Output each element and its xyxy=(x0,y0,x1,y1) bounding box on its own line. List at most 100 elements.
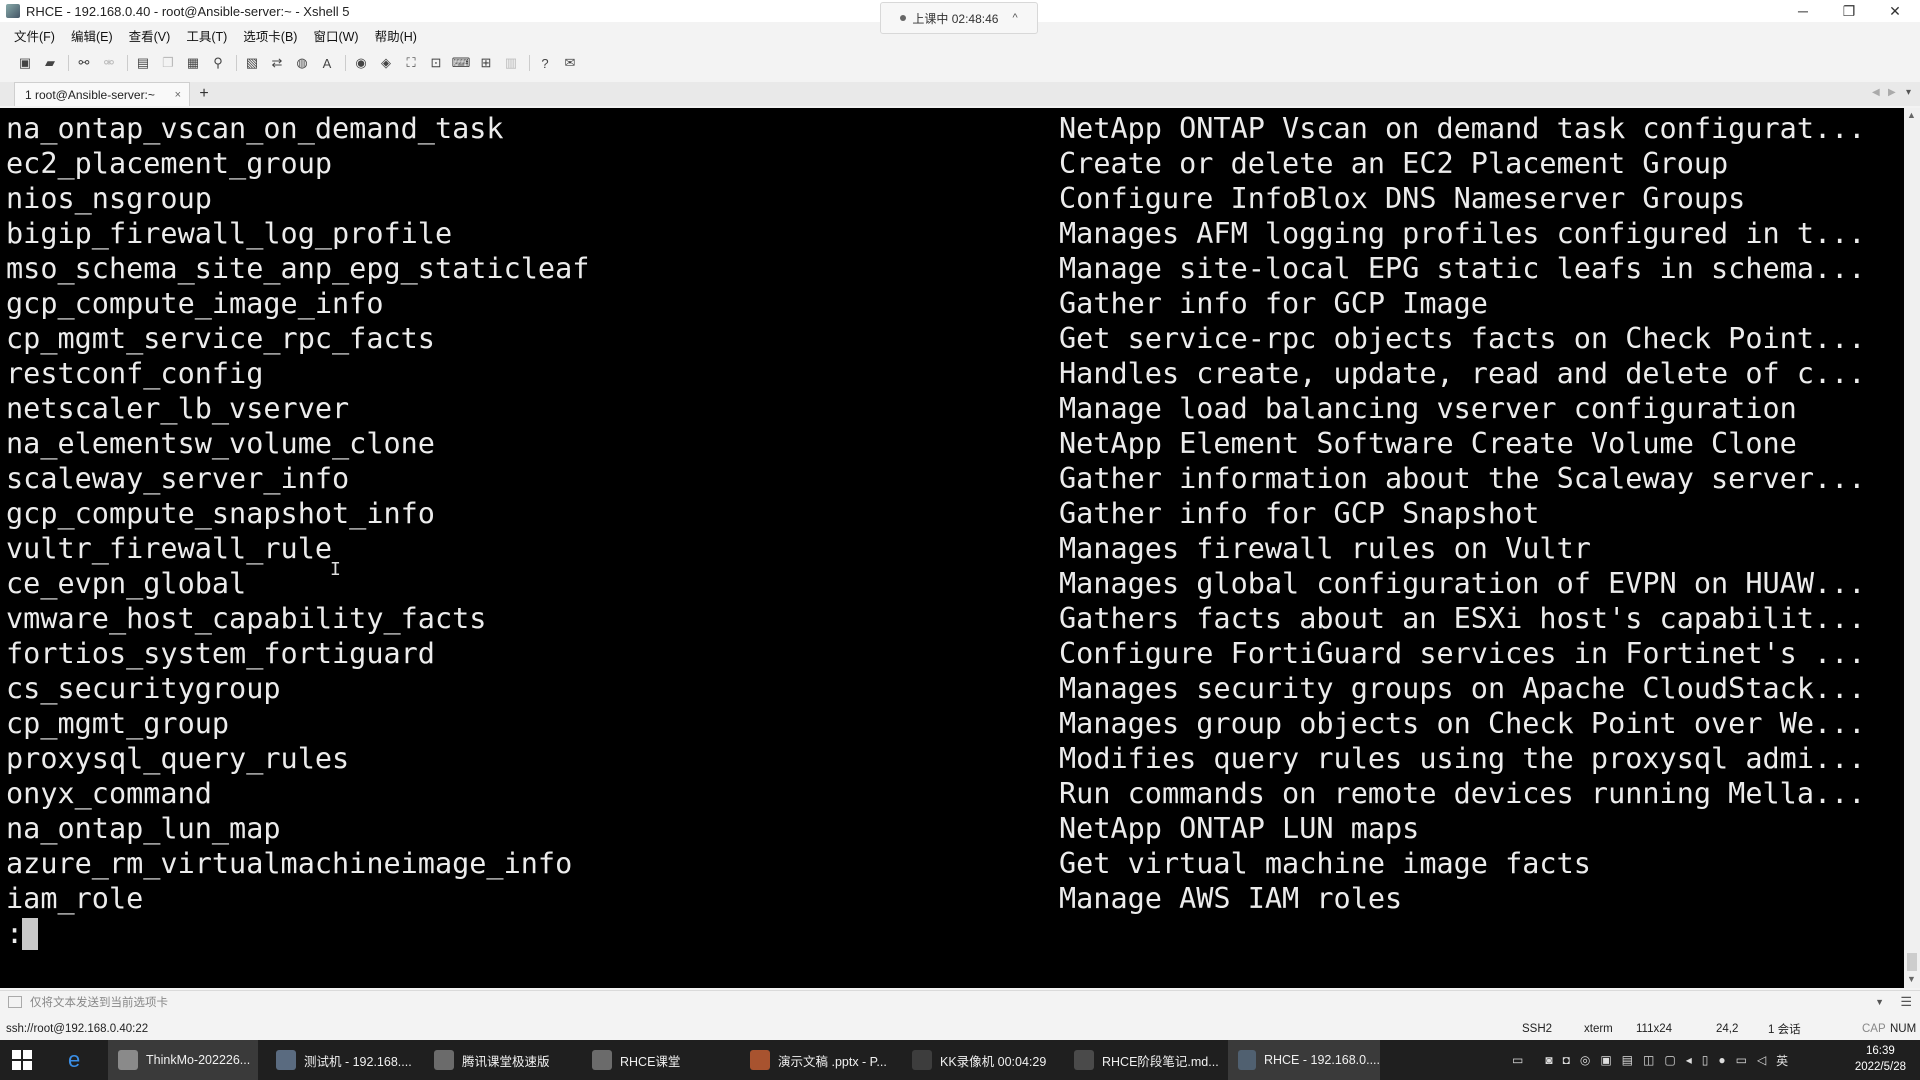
menu-edit[interactable]: 编辑(E) xyxy=(71,26,113,45)
module-description: Gather info for GCP Snapshot xyxy=(1059,497,1540,530)
chevron-up-icon[interactable]: ^ xyxy=(1012,12,1017,24)
chevron-left-icon[interactable]: ◂ xyxy=(1686,1053,1692,1067)
taskbar-item[interactable]: 演示文稿 .pptx - P... xyxy=(740,1040,894,1080)
open-folder-icon[interactable]: ▰ xyxy=(41,54,59,72)
xftp-icon[interactable]: ◉ xyxy=(352,54,370,72)
reconnect-icon[interactable]: ⚯ xyxy=(75,54,93,72)
module-name: proxysql_query_rules xyxy=(6,742,350,775)
volume-icon[interactable]: ◁ xyxy=(1757,1053,1766,1067)
tab-close-icon[interactable]: × xyxy=(175,89,181,101)
tray-app-icon[interactable]: ◙ xyxy=(1545,1053,1552,1067)
restore-button[interactable]: ❐ xyxy=(1826,0,1872,22)
module-name: ec2_placement_group xyxy=(6,147,333,180)
windows-start-icon[interactable] xyxy=(12,1050,32,1070)
module-name: cp_mgmt_service_rpc_facts xyxy=(6,322,435,355)
disconnect-icon[interactable]: ⚮ xyxy=(100,54,118,72)
compose-placeholder[interactable]: 仅将文本发送到当前选项卡 xyxy=(30,994,168,1010)
script-icon[interactable]: ◈ xyxy=(377,54,395,72)
taskbar-app-icon xyxy=(118,1050,138,1070)
terminal-line: azure_rm_virtualmachineimage_info Get vir… xyxy=(6,846,1591,881)
tray-app-icon[interactable]: ▣ xyxy=(1600,1053,1611,1067)
taskbar-item[interactable]: RHCE - 192.168.0.... xyxy=(1228,1040,1380,1080)
tab-next-icon[interactable]: ▶ xyxy=(1888,87,1896,98)
chat-icon[interactable]: ✉ xyxy=(561,54,579,72)
keyboard-icon[interactable]: ⌨ xyxy=(452,54,471,72)
usb-icon[interactable]: ▯ xyxy=(1702,1053,1709,1067)
module-description: Gather info for GCP Image xyxy=(1059,287,1488,320)
taskbar-item-label: KK录像机 00:04:29 xyxy=(940,1054,1047,1069)
toolbar-separator xyxy=(529,55,530,71)
recording-dot-icon xyxy=(900,15,907,21)
module-description: Get service-rpc objects facts on Check P… xyxy=(1059,322,1866,355)
transfer-icon[interactable]: ⇄ xyxy=(268,54,286,72)
add-tab-button[interactable]: + xyxy=(194,85,214,103)
terminal-line: cs_securitygroup Manages security groups … xyxy=(6,671,1865,706)
toolbar-separator xyxy=(236,55,237,71)
module-description: Manage site-local EPG static leafs in sc… xyxy=(1059,252,1866,285)
tray-app-icon[interactable]: ▢ xyxy=(1664,1053,1675,1067)
menu-file[interactable]: 文件(F) xyxy=(14,26,55,45)
tab-bar: 1 root@Ansible-server:~ × + ◀ ▶ ▾ xyxy=(0,82,1920,106)
module-name: vultr_firewall_rule xyxy=(6,532,333,565)
terminal-scrollbar[interactable]: ▲ ▼ xyxy=(1904,108,1920,988)
menu-view[interactable]: 查看(V) xyxy=(129,26,171,45)
terminal-line: scaleway_server_info Gather information a… xyxy=(6,461,1865,496)
scroll-down-icon[interactable]: ▼ xyxy=(1907,974,1916,984)
globe-icon[interactable]: ◍ xyxy=(293,54,311,72)
compose-menu-icon[interactable]: ☰ xyxy=(1900,994,1912,1010)
taskbar-item[interactable]: KK录像机 00:04:29 xyxy=(902,1040,1056,1080)
scroll-up-icon[interactable]: ▲ xyxy=(1907,110,1916,120)
terminal-line: na_ontap_vscan_on_demand_task NetApp ONTA… xyxy=(6,111,1865,146)
find-icon[interactable]: ⚲ xyxy=(209,54,227,72)
close-button[interactable]: ✕ xyxy=(1872,0,1918,22)
new-tab-icon[interactable]: ⊞ xyxy=(477,54,495,72)
properties-icon[interactable]: ▤ xyxy=(134,54,152,72)
tray-app-icon[interactable]: ▤ xyxy=(1622,1053,1633,1067)
layout-icon[interactable]: ▥ xyxy=(502,54,520,72)
tray-app-icon[interactable]: ◫ xyxy=(1643,1053,1654,1067)
menu-help[interactable]: 帮助(H) xyxy=(375,26,417,45)
compose-dropdown-icon[interactable]: ▼ xyxy=(1875,997,1884,1007)
menu-tools[interactable]: 工具(T) xyxy=(186,26,227,45)
taskbar-item-label: RHCE阶段笔记.md... xyxy=(1102,1054,1219,1069)
paste-icon[interactable]: ▦ xyxy=(184,54,202,72)
taskbar-item[interactable]: RHCE阶段笔记.md... xyxy=(1064,1040,1220,1080)
taskbar-item[interactable]: 测试机 - 192.168.... xyxy=(266,1040,416,1080)
new-session-icon[interactable]: ▣ xyxy=(16,54,34,72)
compose-bar[interactable]: 仅将文本发送到当前选项卡 ▼ ☰ xyxy=(0,990,1920,1012)
minimize-button[interactable]: ─ xyxy=(1780,0,1826,22)
network-icon[interactable]: ▭ xyxy=(1736,1053,1747,1067)
print-icon[interactable]: ▧ xyxy=(243,54,261,72)
ime-indicator[interactable]: 英 xyxy=(1776,1052,1788,1069)
terminal-output[interactable]: I na_ontap_vscan_on_demand_task NetApp ON… xyxy=(0,108,1904,988)
tab-list-icon[interactable]: ▾ xyxy=(1906,87,1911,98)
taskbar-item[interactable]: RHCE课堂 xyxy=(582,1040,732,1080)
taskbar-item[interactable]: 腾讯课堂极速版 xyxy=(424,1040,574,1080)
taskbar-item[interactable]: ThinkMo-202226... xyxy=(108,1040,258,1080)
system-clock[interactable]: 16:39 2022/5/28 xyxy=(1855,1043,1906,1075)
taskbar-app-icon xyxy=(912,1050,932,1070)
fullscreen-icon[interactable]: ⛶ xyxy=(402,54,420,72)
tray-app-icon[interactable]: ◎ xyxy=(1580,1053,1590,1067)
lock-icon[interactable]: ⊡ xyxy=(427,54,445,72)
taskbar-app-icon xyxy=(1074,1050,1094,1070)
edge-browser-icon[interactable]: e xyxy=(58,1040,102,1080)
taskbar-app-icon xyxy=(592,1050,612,1070)
font-icon[interactable]: A xyxy=(318,54,336,72)
xshell-window: RHCE - 192.168.0.40 - root@Ansible-serve… xyxy=(0,0,1920,1040)
menu-window[interactable]: 窗口(W) xyxy=(313,26,358,45)
module-name: onyx_command xyxy=(6,777,212,810)
help-icon[interactable]: ? xyxy=(536,54,554,72)
module-description: NetApp Element Software Create Volume Cl… xyxy=(1059,427,1797,460)
module-description: NetApp ONTAP LUN maps xyxy=(1059,812,1420,845)
notification-icon[interactable]: ▭ xyxy=(1512,1053,1523,1067)
scrollbar-thumb[interactable] xyxy=(1907,953,1917,971)
copy-icon[interactable]: ❐ xyxy=(159,54,177,72)
tray-app-icon[interactable]: ◘ xyxy=(1563,1053,1570,1067)
tab-prev-icon[interactable]: ◀ xyxy=(1872,87,1880,98)
microphone-icon[interactable]: ● xyxy=(1718,1053,1725,1067)
menu-tabs[interactable]: 选项卡(B) xyxy=(243,26,297,45)
toolbar-separator xyxy=(345,55,346,71)
tab-session[interactable]: 1 root@Ansible-server:~ × xyxy=(14,82,190,106)
terminal-line: cp_mgmt_group Manages group objects on Ch… xyxy=(6,706,1865,741)
